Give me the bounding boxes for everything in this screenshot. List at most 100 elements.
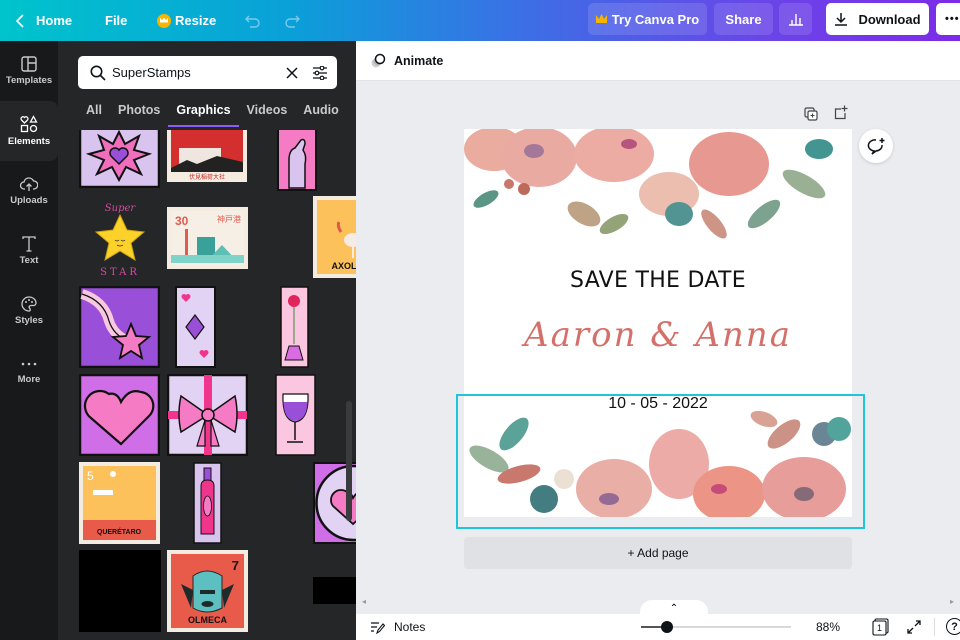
japanese-shrine-stamp[interactable]: 伏見稲荷大社 — [167, 126, 247, 182]
tab-photos[interactable]: Photos — [118, 99, 160, 127]
redo-button[interactable] — [284, 0, 300, 41]
add-comment-button[interactable] — [859, 129, 893, 163]
resize-button[interactable]: Resize — [157, 0, 216, 41]
home-button[interactable]: Home — [16, 0, 72, 41]
palette-icon — [21, 296, 37, 315]
share-button[interactable]: Share — [714, 3, 773, 35]
black-bar-graphic[interactable] — [313, 577, 356, 604]
stamp-text: QUERÉTARO — [97, 527, 142, 536]
bottle-sticker[interactable] — [193, 462, 222, 544]
notes-label: Notes — [394, 620, 426, 634]
duplicate-page-icon[interactable] — [804, 107, 818, 121]
stamp-text: 神戸港 — [217, 214, 241, 224]
fullscreen-icon[interactable] — [907, 620, 921, 634]
zoom-percentage[interactable]: 88% — [816, 620, 840, 634]
elements-panel: All Photos Graphics Videos Audio 伏見稲荷大社 … — [58, 41, 356, 640]
axolotl-stamp[interactable]: 11AXOLOTL — [313, 196, 356, 278]
sidebar-item-elements[interactable]: Elements — [0, 101, 58, 161]
crown-icon — [157, 13, 171, 28]
design-page[interactable]: SAVE THE DATE Aaron & Anna 10 - 05 - 202… — [464, 129, 852, 517]
diamond-card-sticker[interactable] — [175, 286, 216, 368]
share-label: Share — [725, 11, 762, 27]
olmeca-stamp[interactable]: 7 OLMECA — [167, 550, 248, 632]
add-page-button[interactable]: + Add page — [464, 537, 852, 569]
super-star-sticker[interactable]: Super STAR — [84, 199, 156, 279]
help-icon[interactable]: ? — [946, 618, 960, 635]
heart-square-sticker[interactable] — [78, 373, 161, 457]
search-input[interactable] — [112, 65, 272, 80]
download-label: Download — [858, 11, 921, 27]
search-box — [78, 56, 337, 89]
animate-button[interactable]: Animate — [370, 53, 443, 69]
tab-all[interactable]: All — [86, 99, 102, 127]
shooting-star-sticker[interactable] — [78, 285, 161, 369]
tab-videos[interactable]: Videos — [247, 99, 288, 127]
headline-text[interactable]: SAVE THE DATE — [464, 268, 852, 293]
divider — [934, 618, 935, 636]
heart-burst-sticker[interactable] — [78, 123, 161, 189]
sidebar-item-templates[interactable]: Templates — [0, 41, 58, 101]
bottom-bar: Notes 88% 1 ? — [356, 614, 960, 640]
clear-search-icon[interactable] — [286, 66, 298, 79]
sidebar-item-uploads[interactable]: Uploads — [0, 161, 58, 221]
panel-scrollbar[interactable] — [346, 401, 352, 521]
animate-label: Animate — [394, 53, 444, 68]
super-star-top-text: Super — [105, 203, 137, 214]
filter-settings-icon[interactable] — [312, 65, 328, 80]
try-canva-pro-label: Try Canva Pro — [611, 11, 700, 27]
stamp-number: 5 — [87, 469, 94, 483]
sidebar-item-text[interactable]: Text — [0, 221, 58, 281]
stamp-text: AXOLOTL — [332, 261, 357, 271]
sidebar-item-more[interactable]: More — [0, 341, 58, 401]
gift-bow-sticker[interactable] — [166, 373, 249, 457]
elements-icon — [20, 115, 38, 136]
stamp-number: 7 — [232, 558, 239, 573]
sidebar-item-label: Styles — [15, 315, 43, 326]
editor-area: Animate SAVE THE DATE Aaron & Anna 10 - … — [356, 41, 960, 640]
zoom-slider-handle[interactable] — [660, 621, 673, 633]
kobe-tower-stamp[interactable]: 30 神戸港 — [167, 207, 248, 269]
chevron-up-icon: ⌃ — [669, 602, 679, 614]
templates-icon — [21, 56, 37, 75]
date-text[interactable]: 10 - 05 - 2022 — [464, 395, 852, 413]
top-toolbar: Home File Resize Try Canva Pro Share Dow… — [0, 0, 960, 41]
text-icon — [22, 236, 36, 255]
super-star-bottom-text: STAR — [100, 267, 140, 278]
download-button[interactable]: Download — [826, 3, 929, 35]
notes-icon — [370, 621, 385, 634]
scroll-right-icon[interactable]: ▸ — [950, 597, 954, 606]
page-count-button[interactable]: 1 — [872, 618, 889, 636]
sidebar-item-styles[interactable]: Styles — [0, 281, 58, 341]
pinky-promise-sticker[interactable] — [277, 125, 317, 191]
add-page-label: + Add page — [627, 546, 689, 560]
names-script-text[interactable]: Aaron & Anna — [464, 315, 852, 355]
try-canva-pro-button[interactable]: Try Canva Pro — [588, 3, 707, 35]
context-toolbar: Animate — [356, 41, 960, 81]
animate-icon — [370, 53, 386, 69]
notes-button[interactable]: Notes — [370, 620, 425, 634]
rose-vase-sticker[interactable] — [280, 286, 309, 368]
stamp-number: 30 — [175, 214, 189, 228]
sidebar-item-label: More — [17, 373, 41, 385]
bar-chart-icon — [788, 12, 804, 26]
tab-graphics[interactable]: Graphics — [168, 99, 239, 127]
black-square-graphic[interactable] — [79, 550, 161, 632]
chevron-left-icon — [16, 13, 24, 28]
sidebar-item-label: Text — [19, 255, 39, 266]
undo-icon — [245, 14, 261, 28]
page-number: 1 — [876, 623, 882, 633]
undo-button[interactable] — [245, 0, 261, 41]
add-page-icon[interactable] — [834, 105, 848, 120]
queretaro-stamp[interactable]: 5 QUERÉTARO — [79, 462, 160, 544]
upload-cloud-icon — [20, 176, 38, 195]
sidebar-item-label: Uploads — [10, 195, 48, 206]
wine-glass-sticker[interactable] — [275, 374, 316, 456]
file-menu-button[interactable]: File — [105, 0, 127, 41]
more-options-button[interactable]: ••• — [936, 3, 960, 35]
scroll-left-icon[interactable]: ◂ — [362, 597, 366, 606]
tab-audio[interactable]: Audio — [303, 99, 338, 127]
more-dots-icon: ••• — [945, 13, 960, 25]
insights-button[interactable] — [779, 3, 812, 35]
zoom-slider[interactable] — [641, 621, 791, 633]
sidebar-item-label: Templates — [5, 75, 53, 86]
